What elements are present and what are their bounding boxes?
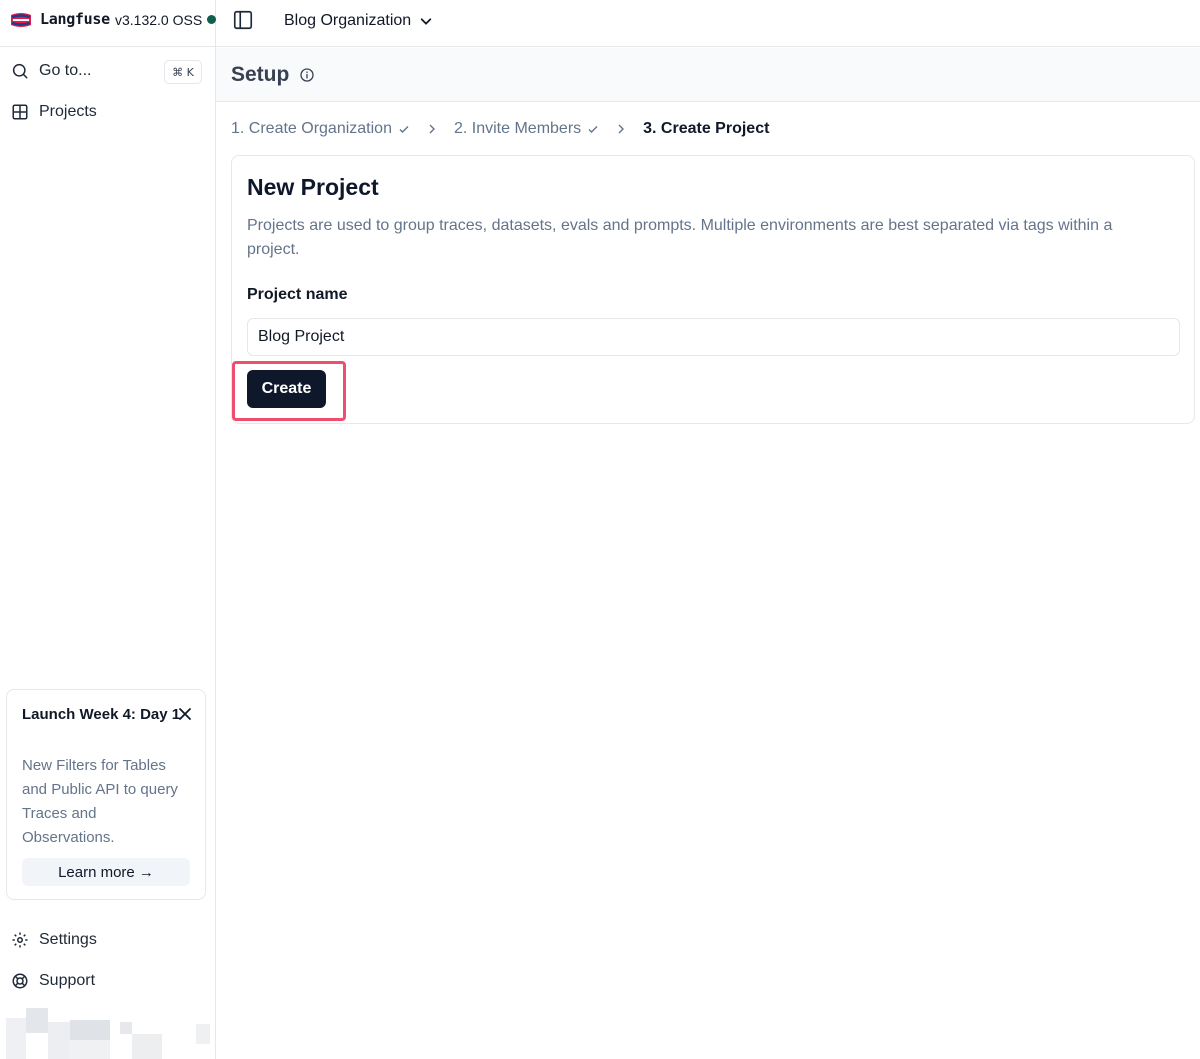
sidebar-toggle-icon[interactable] <box>232 9 254 31</box>
close-icon[interactable] <box>177 706 193 722</box>
organization-name: Blog Organization <box>284 12 412 29</box>
goto-label: Go to... <box>39 62 92 79</box>
page-header: Setup <box>216 48 1200 102</box>
sidebar-item-settings[interactable]: Settings <box>0 922 215 958</box>
card-title: New Project <box>247 174 379 200</box>
launch-week-card: Launch Week 4: Day 1 New Filters for Tab… <box>6 689 206 900</box>
check-icon <box>399 126 409 133</box>
version-label: v3.132.0 OSS <box>115 12 203 28</box>
step-label: 3. Create Project <box>643 120 770 137</box>
top-bar: Blog Organization <box>216 0 1200 47</box>
chevron-right-icon <box>429 124 435 134</box>
sidebar-item-label: Projects <box>39 103 97 120</box>
sidebar-item-support[interactable]: Support <box>0 963 215 999</box>
chevron-down-icon <box>420 18 432 25</box>
launch-card-title: Launch Week 4: Day 1 <box>22 706 181 723</box>
sidebar-item-label: Settings <box>39 931 97 948</box>
page-title: Setup <box>231 63 290 86</box>
sidebar: Langfuse v3.132.0 OSS Go to... ⌘ K Proje… <box>0 0 216 1059</box>
step-label: 1. Create Organization <box>231 120 392 137</box>
learn-more-button[interactable]: Learn more → <box>22 858 190 886</box>
create-button[interactable]: Create <box>247 370 326 408</box>
step-create-organization[interactable]: 1. Create Organization <box>231 120 410 138</box>
shortcut-badge: ⌘ K <box>164 60 202 84</box>
status-dot <box>207 15 216 24</box>
chevron-right-icon <box>618 124 625 134</box>
project-name-label: Project name <box>247 286 348 303</box>
lifebuoy-icon <box>11 972 29 990</box>
gear-icon <box>11 931 29 949</box>
launch-card-description: New Filters for Tables and Public API to… <box>22 757 178 846</box>
search-icon <box>11 62 29 80</box>
new-project-card: New Project Projects are used to group t… <box>231 155 1195 424</box>
sidebar-item-label: Support <box>39 972 96 989</box>
step-invite-members[interactable]: 2. Invite Members <box>454 120 599 138</box>
user-avatar[interactable] <box>6 1008 216 1059</box>
project-name-input[interactable] <box>247 318 1180 356</box>
brand-name: Langfuse <box>40 10 110 28</box>
grid-icon <box>11 103 29 121</box>
step-label: 2. Invite Members <box>453 120 582 137</box>
organization-switcher[interactable]: Blog Organization <box>284 9 433 33</box>
brand-header: Langfuse v3.132.0 OSS <box>0 0 216 47</box>
check-icon <box>588 126 598 133</box>
step-create-project: 3. Create Project <box>643 120 769 138</box>
sidebar-item-projects[interactable]: Projects <box>0 94 215 130</box>
langfuse-logo-icon <box>11 13 31 27</box>
setup-steps: 1. Create Organization 2. Invite Members… <box>231 118 769 140</box>
info-icon[interactable] <box>299 67 315 83</box>
card-description: Projects are used to group traces, datas… <box>247 217 1113 258</box>
